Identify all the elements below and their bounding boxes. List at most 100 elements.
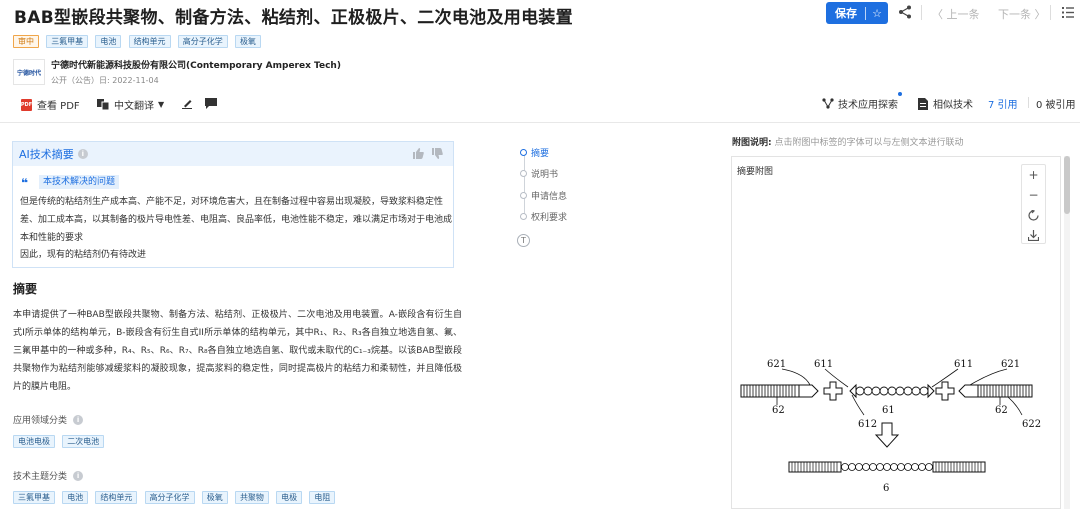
divider bbox=[1050, 5, 1051, 20]
plus-sign-left bbox=[823, 381, 843, 401]
outline-label: 说明书 bbox=[531, 170, 559, 180]
comment-icon[interactable] bbox=[205, 98, 217, 109]
problem-label: 本技术解决的问题 bbox=[39, 175, 120, 189]
product-chain bbox=[788, 461, 986, 473]
tech-topic-label: 技术主题分类 i bbox=[13, 469, 84, 482]
figure-label-612[interactable]: 612 bbox=[858, 419, 877, 430]
ai-summary-card: AI技术摘要 i ❝ 本技术解决的问题 但是传统的粘结剂生产成本高、产能不足，对… bbox=[12, 141, 454, 268]
patent-tags: 审中 三氟甲基 电池 结构单元 高分子化学 极氧 bbox=[13, 35, 265, 48]
figure-note: 附图说明: 点击附图中标签的字体可以与左侧文本进行联动 bbox=[732, 135, 964, 148]
tag[interactable]: 结构单元 bbox=[128, 35, 171, 48]
right-toolbar: 技术应用探索 bbox=[822, 96, 898, 111]
pdf-icon: PDF bbox=[21, 98, 32, 111]
cite-count-link[interactable]: 7 引用 bbox=[988, 96, 1018, 111]
back-to-top-button[interactable]: T bbox=[517, 234, 530, 247]
ai-summary-title: AI技术摘要 bbox=[19, 148, 74, 161]
info-icon[interactable]: i bbox=[73, 470, 84, 481]
list-menu-icon[interactable] bbox=[1062, 7, 1074, 18]
plus-sign-right bbox=[935, 381, 955, 401]
figure-viewer[interactable]: 摘要附图 + − 621 611 611 621 62 61 62 612 62… bbox=[731, 156, 1061, 509]
ai-summary-header: AI技术摘要 i bbox=[13, 142, 453, 166]
leader-lines bbox=[776, 368, 1023, 416]
application-field-tags: 电池电极 二次电池 bbox=[13, 435, 108, 448]
tag[interactable]: 三氟甲基 bbox=[13, 491, 55, 504]
save-button[interactable]: 保存 ☆ bbox=[826, 2, 888, 24]
outline-label: 权利要求 bbox=[531, 213, 568, 223]
figure-label-62-right[interactable]: 62 bbox=[995, 405, 1008, 416]
outline-dot bbox=[520, 192, 527, 199]
tag[interactable]: 电池电极 bbox=[13, 435, 55, 448]
outline-item-application-info[interactable]: 申请信息 bbox=[520, 189, 568, 202]
application-field-title: 应用领域分类 bbox=[13, 416, 68, 426]
info-icon[interactable]: i bbox=[77, 149, 88, 159]
tag[interactable]: 高分子化学 bbox=[144, 491, 195, 504]
tag[interactable]: 结构单元 bbox=[95, 491, 138, 504]
tag[interactable]: 电池 bbox=[95, 35, 122, 48]
outline-label: 摘要 bbox=[531, 149, 550, 159]
translate-dropdown[interactable]: 中文翻译 ▼ bbox=[97, 97, 164, 112]
next-button[interactable]: 下一条 〉 bbox=[998, 6, 1046, 22]
block-rod-right bbox=[958, 384, 1033, 398]
figure-note-label: 附图说明: bbox=[732, 138, 772, 148]
tag[interactable]: 电池 bbox=[62, 491, 89, 504]
tag[interactable]: 极氧 bbox=[201, 491, 228, 504]
chain-center bbox=[849, 383, 935, 399]
divider bbox=[921, 5, 922, 20]
outline-dot bbox=[520, 170, 527, 177]
tag[interactable]: 二次电池 bbox=[62, 435, 105, 448]
quote-icon: ❝ bbox=[21, 176, 29, 190]
outline-label: 申请信息 bbox=[531, 192, 568, 202]
notification-dot bbox=[897, 91, 903, 97]
view-pdf-label: 查看 PDF bbox=[37, 101, 80, 112]
save-label: 保存 bbox=[835, 7, 857, 20]
thumbs-down-icon[interactable] bbox=[432, 148, 443, 159]
translate-icon bbox=[97, 99, 109, 110]
tag[interactable]: 三氟甲基 bbox=[46, 35, 89, 48]
figure-label-621-right[interactable]: 621 bbox=[1001, 359, 1020, 370]
tag[interactable]: 电阻 bbox=[309, 491, 336, 504]
status-badge: 审中 bbox=[13, 35, 39, 48]
figure-label-6[interactable]: 6 bbox=[883, 483, 889, 494]
highlight-pen-icon[interactable] bbox=[181, 97, 193, 109]
cited-by-link[interactable]: 0 被引用 bbox=[1036, 96, 1076, 111]
view-pdf-button[interactable]: PDF 查看 PDF bbox=[21, 97, 80, 112]
caret-down-icon: ▼ bbox=[158, 100, 165, 109]
share-icon[interactable] bbox=[898, 5, 912, 19]
thumbs-up-icon[interactable] bbox=[413, 148, 424, 159]
divider bbox=[0, 122, 1080, 123]
tech-explore-link[interactable]: 技术应用探索 bbox=[838, 96, 898, 111]
abstract-heading: 摘要 bbox=[13, 282, 38, 296]
figure-label-611-right[interactable]: 611 bbox=[954, 359, 973, 370]
block-rod-left bbox=[740, 384, 819, 398]
outline-item-claims[interactable]: 权利要求 bbox=[520, 210, 568, 223]
prev-button[interactable]: 〈 上一条 bbox=[932, 6, 980, 22]
translate-label: 中文翻译 bbox=[114, 101, 154, 112]
tech-topic-title: 技术主题分类 bbox=[13, 472, 68, 482]
scrollbar-thumb[interactable] bbox=[1064, 156, 1070, 214]
tag[interactable]: 共聚物 bbox=[234, 491, 269, 504]
application-field-label: 应用领域分类 i bbox=[13, 413, 84, 426]
figure-label-622[interactable]: 622 bbox=[1022, 419, 1041, 430]
abstract-figure-drawing: 621 611 611 621 62 61 62 612 622 6 bbox=[740, 359, 1041, 494]
tag[interactable]: 高分子化学 bbox=[177, 35, 228, 48]
outline-dot bbox=[520, 149, 527, 156]
process-arrow bbox=[874, 422, 900, 448]
figure-label-62-left[interactable]: 62 bbox=[772, 405, 785, 416]
outline-item-abstract[interactable]: 摘要 bbox=[520, 146, 550, 159]
figure-note-text: 点击附图中标签的字体可以与左侧文本进行联动 bbox=[774, 138, 964, 148]
figure-label-611-left[interactable]: 611 bbox=[814, 359, 833, 370]
figure-label-621-left[interactable]: 621 bbox=[767, 359, 786, 370]
abstract-text: 本申请提供了一种BAB型嵌段共聚物、制备方法、粘结剂、正极极片、二次电池及用电装… bbox=[13, 310, 462, 392]
info-icon[interactable]: i bbox=[73, 414, 84, 425]
star-icon[interactable]: ☆ bbox=[866, 7, 888, 20]
company-logo: 宁德时代 bbox=[13, 59, 45, 85]
explore-icon bbox=[822, 98, 834, 109]
tag[interactable]: 极氧 bbox=[234, 35, 261, 48]
tech-topic-tags: 三氟甲基 电池 结构单元 高分子化学 极氧 共聚物 电极 电阻 bbox=[13, 491, 339, 504]
outline-item-description[interactable]: 说明书 bbox=[520, 167, 559, 180]
similar-tech-button[interactable]: 相似技术 bbox=[918, 96, 973, 111]
page-title: BAB型嵌段共聚物、制备方法、粘结剂、正极极片、二次电池及用电装置 bbox=[14, 8, 573, 28]
tag[interactable]: 电极 bbox=[276, 491, 303, 504]
figure-label-61[interactable]: 61 bbox=[882, 405, 895, 416]
applicant-name[interactable]: 宁德时代新能源科技股份有限公司(Contemporary Amperex Tec… bbox=[51, 58, 341, 71]
